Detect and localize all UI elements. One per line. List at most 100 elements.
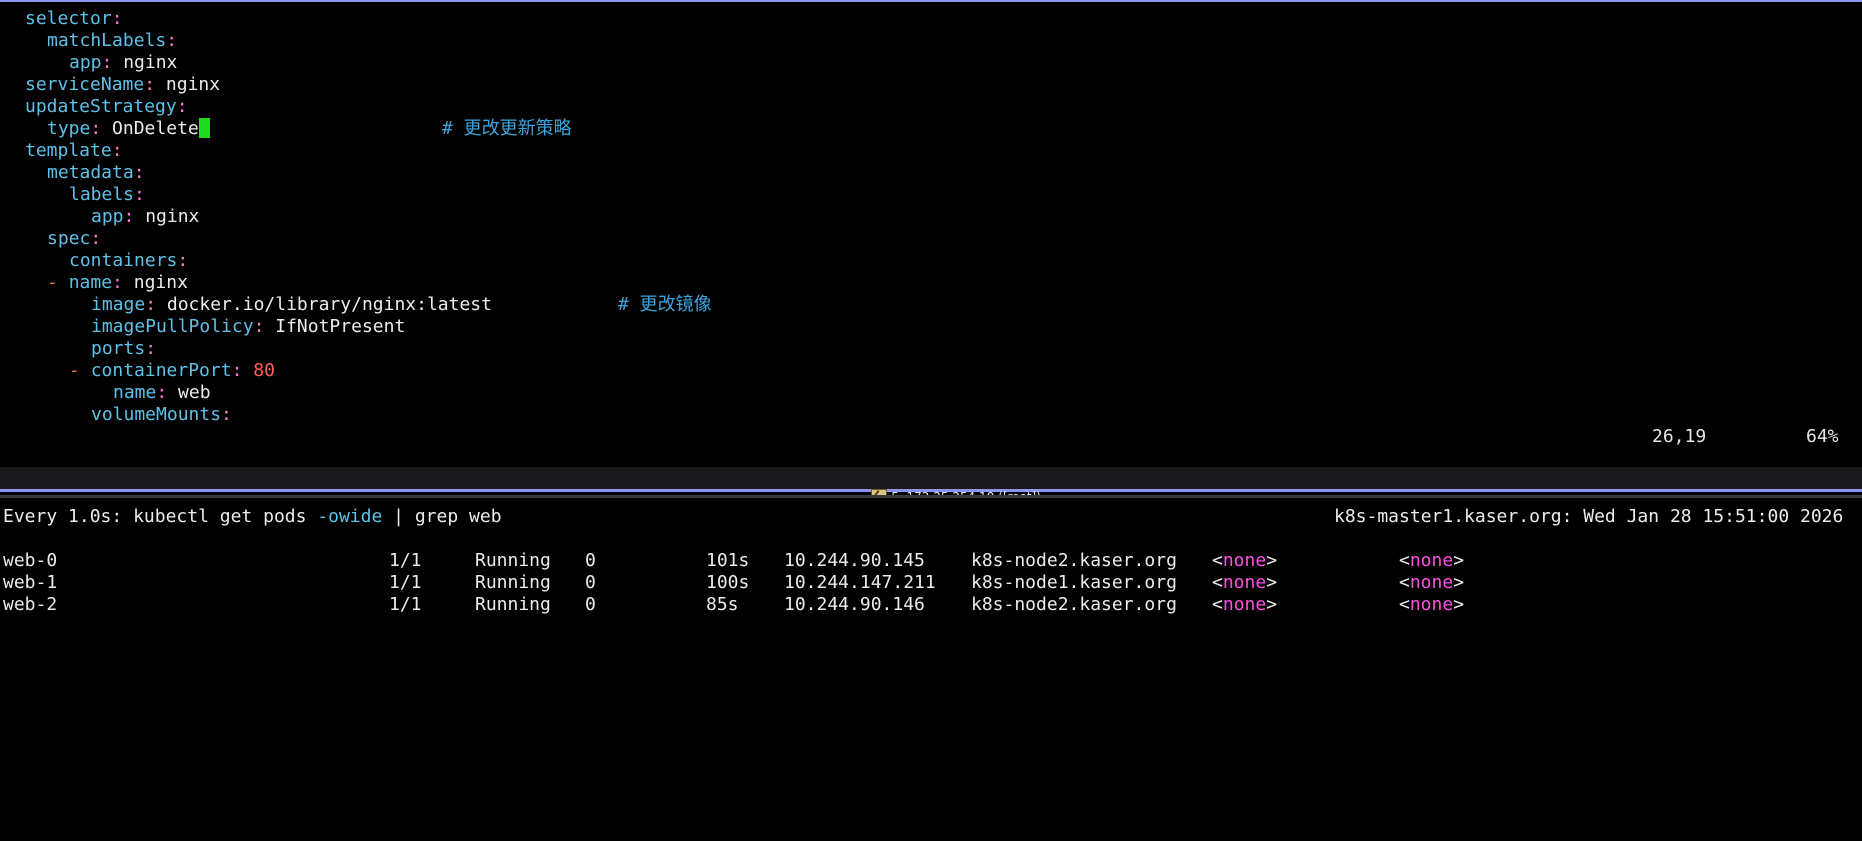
pod-name-cell: web-2 (3, 594, 58, 615)
list-dash: - (69, 360, 91, 381)
pod-status-cell: Running (475, 550, 551, 571)
editor-line: containers: (69, 250, 188, 272)
yaml-key: name (113, 382, 157, 403)
editor-line: serviceName: nginx (25, 74, 220, 96)
yaml-colon: : (166, 30, 178, 51)
pod-age-cell: 101s (706, 550, 750, 571)
pod-nominated-cell: <none> (1212, 572, 1278, 593)
yaml-value: 80 (253, 360, 275, 381)
pod-restarts-cell: 0 (585, 594, 596, 615)
yaml-colon: : (231, 360, 243, 381)
editor-line: volumeMounts: (91, 404, 232, 426)
yaml-key: ports (91, 338, 146, 359)
pod-restarts-cell: 0 (585, 550, 596, 571)
yaml-colon: : (112, 272, 123, 293)
yaml-key: app (69, 52, 102, 73)
watch-command-option: -owide (317, 506, 383, 527)
pod-gates-cell: <none> (1399, 594, 1465, 615)
yaml-value: OnDelete (112, 118, 199, 139)
yaml-colon: : (133, 162, 145, 183)
editor-line: updateStrategy: (25, 96, 188, 118)
pod-gates-value: none (1409, 594, 1454, 615)
yaml-colon: : (221, 404, 232, 425)
pod-nominated-value: none (1222, 550, 1267, 571)
pod-nominated-cell: <none> (1212, 594, 1278, 615)
pod-ready-cell: 1/1 (389, 550, 422, 571)
yaml-value: nginx (123, 52, 178, 73)
yaml-key: name (68, 272, 113, 293)
editor-line: type: OnDelete (47, 118, 210, 140)
pod-ready-cell: 1/1 (389, 594, 422, 615)
pod-gates-value: none (1409, 550, 1454, 571)
editor-line: app: nginx (91, 206, 199, 228)
scroll-percent: 64% (1806, 426, 1839, 447)
watch-command: kubectl get pods (133, 506, 318, 527)
editor-line: labels: (69, 184, 145, 206)
pod-gates-value: none (1409, 572, 1454, 593)
yaml-value: web (178, 382, 211, 403)
pod-node-cell: k8s-node2.kaser.org (971, 550, 1177, 571)
yaml-colon: : (177, 250, 189, 271)
pod-name-cell: web-1 (3, 572, 58, 593)
yaml-colon: : (134, 184, 145, 205)
yaml-colon: : (253, 316, 265, 337)
yaml-key: type (47, 118, 91, 139)
yaml-key: spec (47, 228, 91, 249)
yaml-key: matchLabels (47, 30, 167, 51)
watch-command-pipe: | grep web (382, 506, 502, 527)
editor-line: matchLabels: (47, 30, 177, 52)
yaml-value: IfNotPresent (275, 316, 406, 337)
yaml-comment: # 更改镜像 (618, 294, 712, 315)
editor-line: - name: nginx (47, 272, 188, 294)
editor-line: ports: (91, 338, 156, 360)
editor-line: app: nginx (69, 52, 177, 74)
pod-ip-cell: 10.244.147.211 (784, 572, 936, 593)
session-tab-bar: 5. 172.25.254.10 ([root]) (0, 467, 1862, 504)
list-dash: - (47, 272, 69, 293)
pod-node-cell: k8s-node1.kaser.org (971, 572, 1177, 593)
editor-line: metadata: (47, 162, 145, 184)
yaml-colon: : (156, 382, 168, 403)
pod-name-cell: web-0 (3, 550, 58, 571)
editor-line: spec: (47, 228, 101, 250)
yaml-colon: : (145, 338, 157, 359)
pod-nominated-value: none (1222, 594, 1267, 615)
editor-line: name: web (113, 382, 211, 404)
watch-interval: Every 1.0s: (3, 506, 123, 527)
pod-status-cell: Running (475, 594, 551, 615)
yaml-key: selector (25, 8, 112, 29)
yaml-key: serviceName (25, 74, 145, 95)
yaml-value: nginx (133, 272, 188, 293)
session-tab[interactable]: 5. 172.25.254.10 ([root]) (856, 470, 1041, 504)
yaml-colon: : (90, 118, 102, 139)
yaml-colon: : (90, 228, 102, 249)
yaml-colon: : (145, 294, 157, 315)
yaml-value: nginx (165, 74, 221, 95)
watch-header: Every 1.0s: kubectl get pods -owide | gr… (3, 506, 502, 528)
editor-line: image: docker.io/library/nginx:latest (91, 294, 492, 316)
yaml-colon: : (101, 52, 113, 73)
pod-ready-cell: 1/1 (389, 572, 422, 593)
pod-node-cell: k8s-node2.kaser.org (971, 594, 1177, 615)
yaml-key: labels (69, 184, 135, 205)
watch-host-time: k8s-master1.kaser.org: Wed Jan 28 15:51:… (1334, 506, 1844, 527)
editor-line: template: (25, 140, 123, 162)
pod-ip-cell: 10.244.90.146 (784, 594, 925, 615)
yaml-key: metadata (47, 162, 134, 183)
yaml-colon: : (176, 96, 188, 117)
yaml-value: docker.io/library/nginx:latest (166, 294, 492, 315)
pod-age-cell: 100s (706, 572, 750, 593)
yaml-colon: : (144, 74, 156, 95)
yaml-key: containerPort (90, 360, 232, 381)
editor-line: - containerPort: 80 (69, 360, 275, 382)
cursor-position: 26,19 (1652, 426, 1707, 447)
yaml-key: template (25, 140, 112, 161)
watch-output-pane[interactable]: Every 1.0s: kubectl get pods -owide | gr… (0, 498, 1862, 841)
vim-editor-pane[interactable]: selector: matchLabels: app: nginx serviceNa… (0, 0, 1862, 467)
yaml-key: app (91, 206, 124, 227)
yaml-comment: # 更改更新策略 (442, 118, 572, 139)
editor-line: imagePullPolicy: IfNotPresent (91, 316, 405, 338)
pod-gates-cell: <none> (1399, 550, 1465, 571)
yaml-colon: : (111, 140, 123, 161)
yaml-key: imagePullPolicy (91, 316, 254, 337)
